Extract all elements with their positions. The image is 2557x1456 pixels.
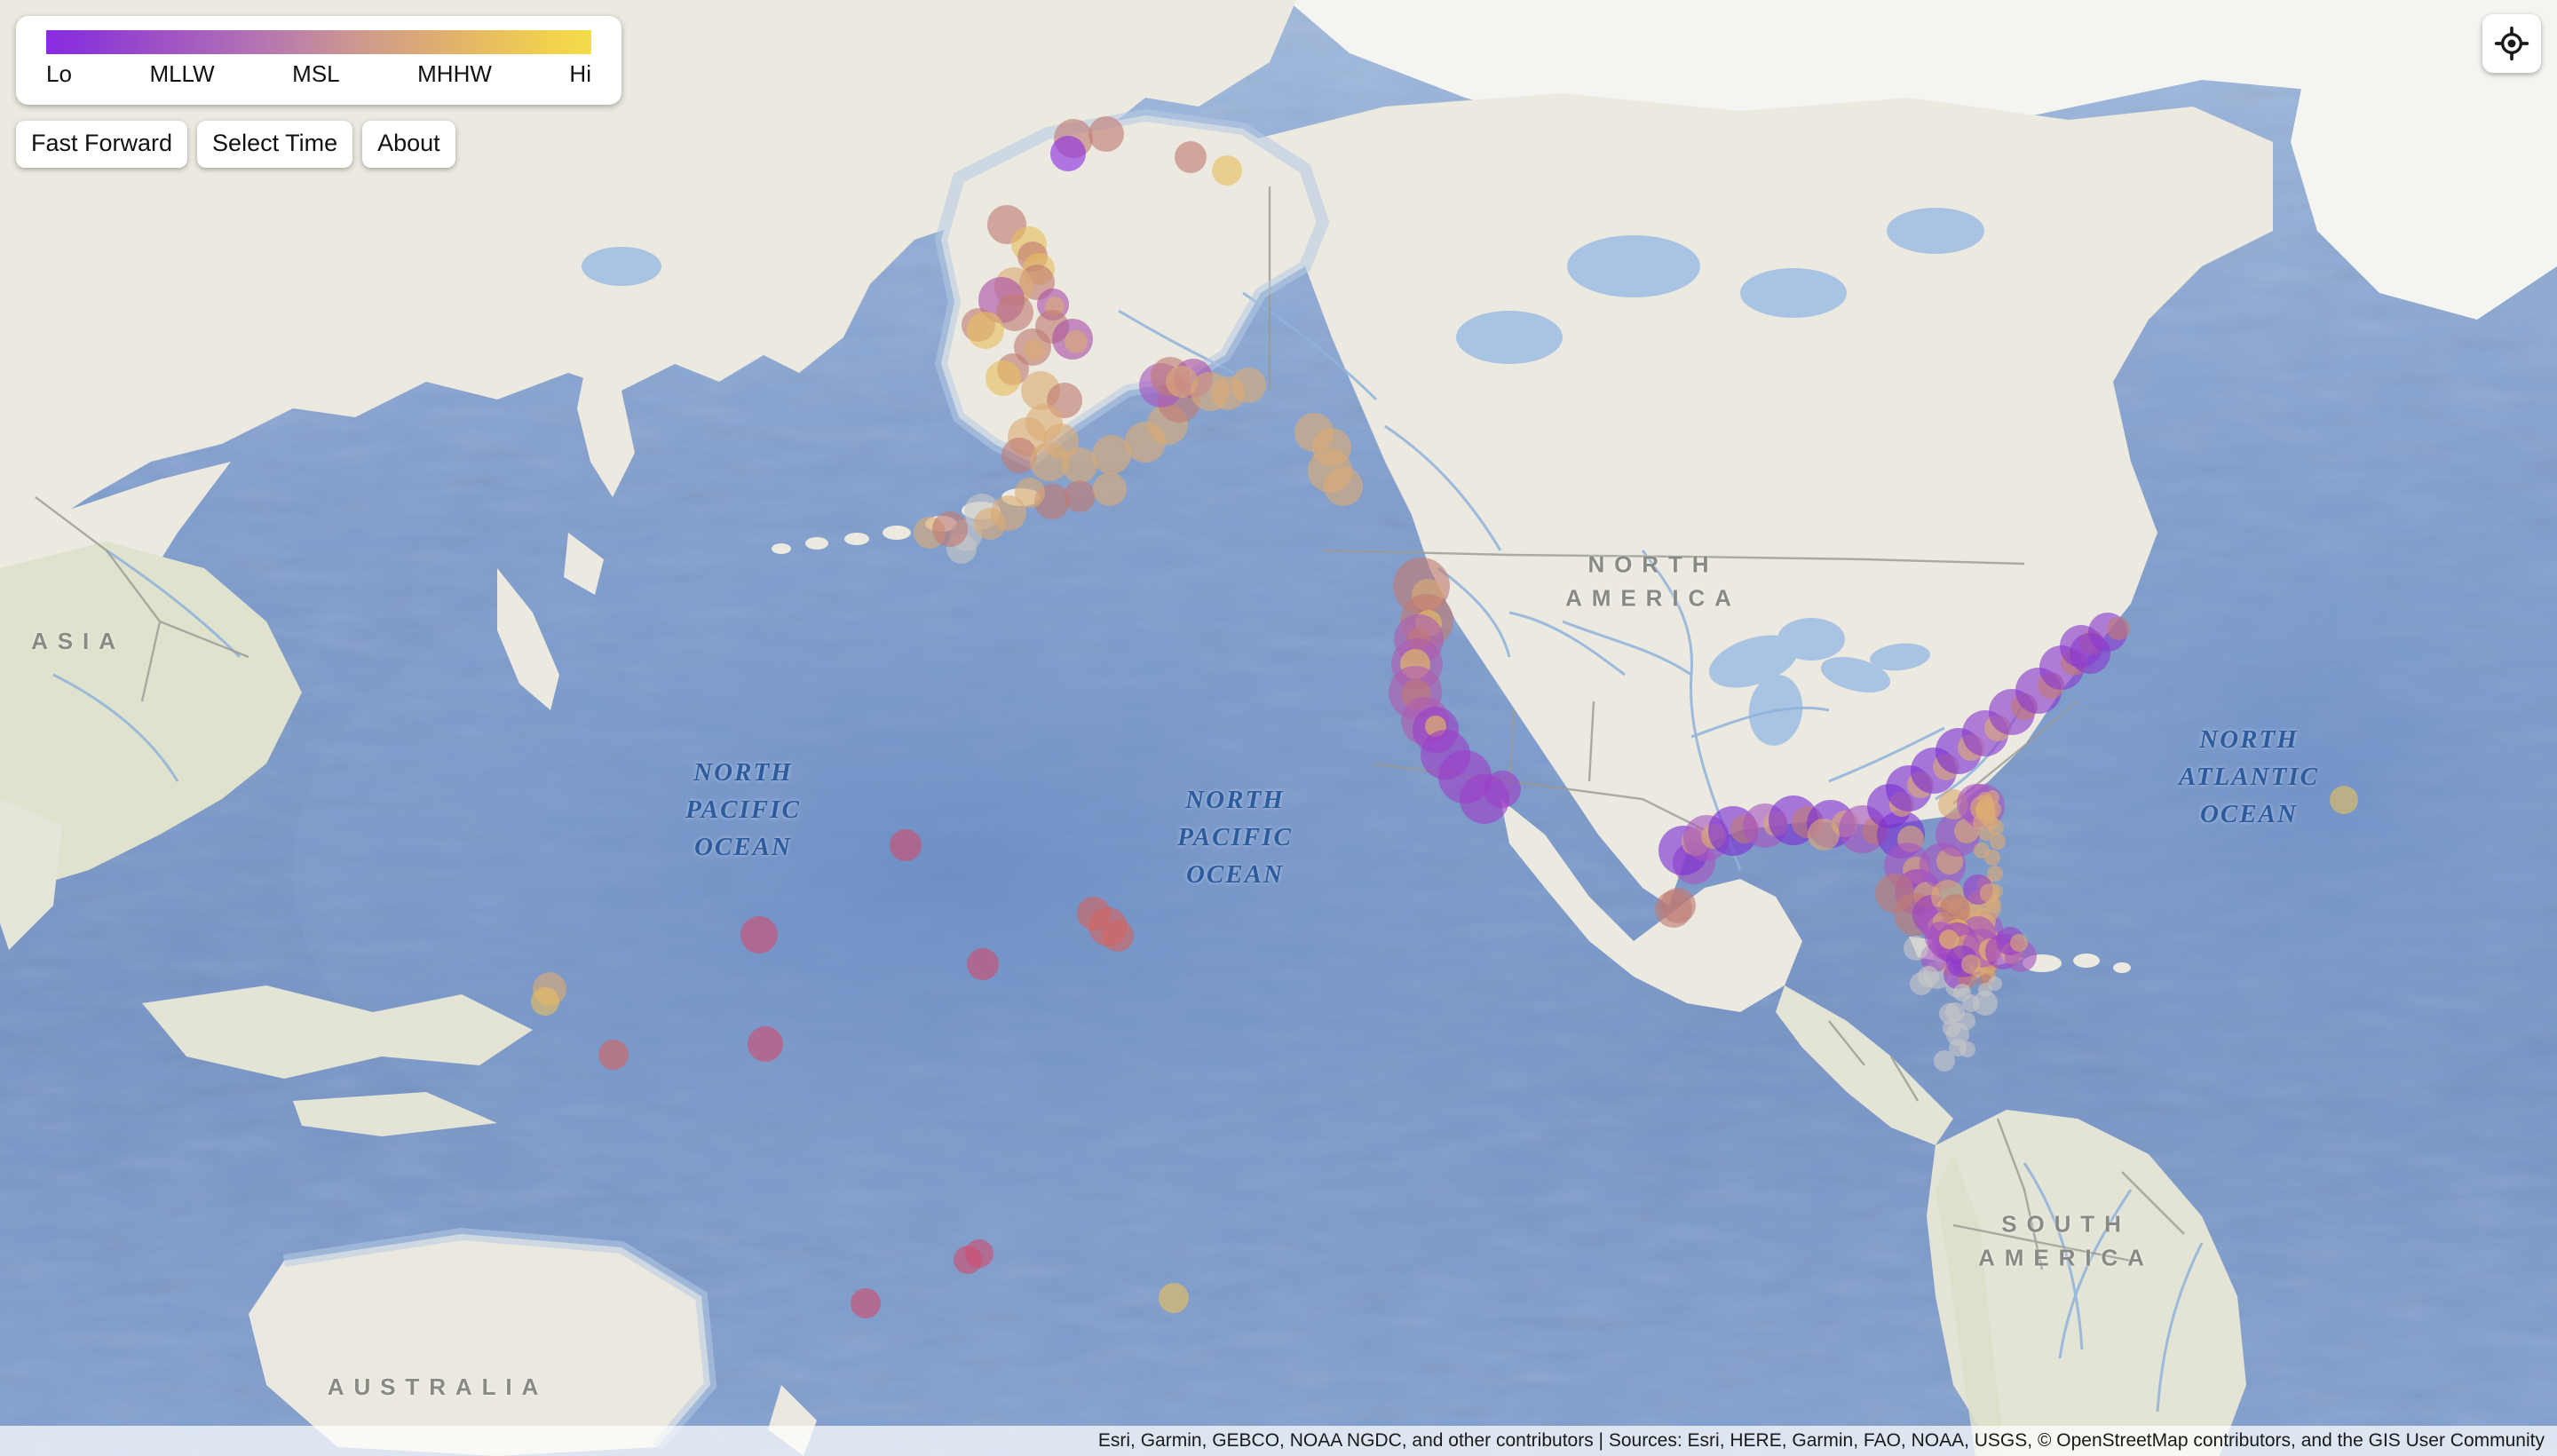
tide-station-marker[interactable] (986, 360, 1021, 396)
tide-station-marker[interactable] (2010, 934, 2028, 952)
tide-station-marker[interactable] (1980, 883, 1999, 903)
tide-station-marker[interactable] (1939, 930, 1959, 949)
tide-station-marker[interactable] (1102, 920, 1134, 952)
legend-tick-labels: Lo MLLW MSL MHHW Hi (46, 62, 591, 85)
tide-station-marker[interactable] (598, 1040, 629, 1070)
tide-station-marker[interactable] (1093, 472, 1127, 506)
tide-station-marker[interactable] (1231, 368, 1266, 403)
tide-station-marker[interactable] (1024, 339, 1045, 360)
tide-station-marker[interactable] (1808, 819, 1840, 851)
tide-station-marker[interactable] (1974, 843, 1990, 859)
locate-crosshair-icon (2494, 26, 2529, 61)
tide-station-marker[interactable] (851, 1288, 881, 1318)
tide-station-marker[interactable] (740, 916, 778, 954)
tide-station-marker[interactable] (1962, 994, 1980, 1012)
tide-station-marker[interactable] (531, 987, 559, 1016)
map-application: ASIA NORTH AMERICA SOUTH AMERICA AUSTRALIA N… (0, 0, 2557, 1456)
tide-station-marker[interactable] (1212, 155, 1242, 186)
tide-station-marker[interactable] (967, 948, 999, 980)
legend-gradient-bar (46, 30, 591, 54)
tide-station-marker[interactable] (1988, 977, 2002, 991)
tide-station-marker[interactable] (965, 1239, 994, 1268)
tide-station-marker[interactable] (1064, 480, 1096, 512)
tide-station-marker[interactable] (1985, 790, 1999, 804)
tide-station-marker[interactable] (1050, 136, 1086, 171)
tide-station-marker[interactable] (2330, 786, 2358, 814)
tide-station-marker[interactable] (1918, 966, 1939, 987)
tide-station-marker[interactable] (1324, 467, 1363, 506)
basemap[interactable] (0, 0, 2557, 1456)
tide-station-marker[interactable] (1484, 771, 1521, 808)
tide-station-marker[interactable] (2070, 633, 2110, 674)
tide-station-marker[interactable] (1089, 116, 1124, 152)
select-time-button[interactable]: Select Time (197, 121, 353, 168)
tide-station-marker[interactable] (1015, 478, 1045, 508)
tide-station-marker[interactable] (890, 829, 922, 861)
tide-station-marker[interactable] (1159, 1283, 1189, 1313)
tide-station-marker[interactable] (967, 312, 1004, 349)
legend-tick-lo: Lo (46, 60, 72, 87)
fast-forward-button[interactable]: Fast Forward (16, 121, 188, 168)
tide-station-marker[interactable] (1175, 141, 1207, 173)
tide-station-marker[interactable] (1065, 330, 1088, 353)
locate-me-button[interactable] (2482, 14, 2541, 73)
legend-tick-mhhw: MHHW (417, 60, 492, 87)
map-attribution-bar: Esri, Garmin, GEBCO, NOAA NGDC, and othe… (0, 1426, 2557, 1456)
tide-station-marker[interactable] (2107, 617, 2130, 640)
about-button[interactable]: About (362, 121, 455, 168)
tide-station-marker[interactable] (1958, 1012, 1975, 1030)
map-toolbar: Fast Forward Select Time About (16, 121, 455, 168)
tide-station-marker[interactable] (1961, 954, 1981, 974)
legend-tick-mllw: MLLW (149, 60, 215, 87)
attribution-text: Esri, Garmin, GEBCO, NOAA NGDC, and othe… (1097, 1430, 2545, 1451)
tide-station-marker[interactable] (1660, 888, 1696, 923)
tide-station-marker[interactable] (932, 511, 968, 547)
tide-station-marker[interactable] (748, 1026, 783, 1062)
tide-station-marker[interactable] (1988, 819, 2004, 835)
legend-tick-msl: MSL (292, 60, 340, 87)
tide-station-marker[interactable] (1943, 1019, 1960, 1037)
tide-station-marker[interactable] (1959, 1041, 1975, 1057)
tide-level-legend: Lo MLLW MSL MHHW Hi (16, 16, 621, 105)
tide-station-marker[interactable] (1166, 366, 1198, 398)
legend-tick-hi: Hi (569, 60, 591, 87)
